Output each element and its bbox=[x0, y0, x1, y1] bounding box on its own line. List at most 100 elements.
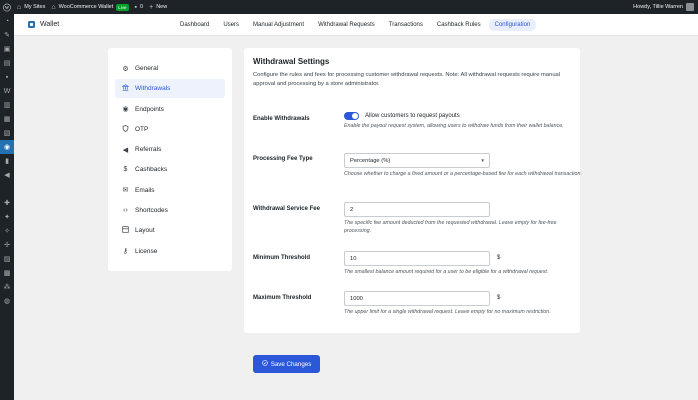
save-changes-button[interactable]: Save Changes bbox=[253, 355, 320, 373]
page-title: Withdrawal Settings bbox=[253, 57, 330, 66]
tab-users[interactable]: Users bbox=[217, 19, 245, 31]
site-name-link[interactable]: ⌂ WooCommerce Wallet Live bbox=[48, 0, 131, 14]
my-sites-icon: ⌂ bbox=[17, 3, 22, 11]
key-icon: ⚷ bbox=[122, 248, 129, 256]
megaphone-icon: ◀ bbox=[122, 146, 129, 154]
sidebar-item-label: Cashbacks bbox=[135, 166, 168, 174]
sidebar-item-cashbacks[interactable]: $ Cashbacks bbox=[115, 160, 225, 179]
dashboard-icon[interactable]: ◔ bbox=[0, 14, 14, 28]
plus-icon: + bbox=[149, 3, 154, 11]
sidebar-item-referrals[interactable]: ◀ Referrals bbox=[115, 140, 225, 159]
appearance-icon[interactable]: ▧ bbox=[0, 126, 14, 140]
minimum-threshold-field: $ The smallest balance amount required f… bbox=[344, 251, 584, 277]
payments-icon[interactable]: ▦ bbox=[0, 112, 14, 126]
tab-manual-adjustment[interactable]: Manual Adjustment bbox=[247, 19, 310, 31]
tab-transactions[interactable]: Transactions bbox=[383, 19, 429, 31]
pin-icon[interactable]: ✎ bbox=[0, 28, 14, 42]
maximum-threshold-label: Maximum Threshold bbox=[253, 295, 312, 301]
users-icon[interactable]: ✦ bbox=[0, 210, 14, 224]
settings-sidebar: ⚙ General Withdrawals ◉ Endpoints OTP ◀ … bbox=[108, 48, 232, 271]
enable-withdrawals-toggle-label: Allow customers to request payouts bbox=[365, 113, 460, 119]
comments-icon[interactable]: ▪ bbox=[0, 70, 14, 84]
plugin-title: Wallet bbox=[40, 21, 60, 28]
maximum-threshold-field: $ The upper limit for a single withdrawa… bbox=[344, 291, 584, 317]
minimum-threshold-unit: $ bbox=[497, 255, 501, 261]
sidebar-item-endpoints[interactable]: ◉ Endpoints bbox=[115, 100, 225, 119]
sidebar-item-general[interactable]: ⚙ General bbox=[115, 59, 225, 78]
comments-count: 0 bbox=[140, 4, 144, 10]
wallet-logo-icon bbox=[28, 21, 35, 28]
block-icon[interactable]: ▨ bbox=[0, 252, 14, 266]
account-menu[interactable]: Howdy, Tillie Warren bbox=[633, 0, 694, 14]
settings-icon[interactable]: ✢ bbox=[0, 238, 14, 252]
sidebar-item-layout[interactable]: Layout bbox=[115, 221, 225, 240]
wordpress-logo-icon[interactable]: W bbox=[0, 0, 14, 14]
withdrawal-service-fee-input[interactable] bbox=[344, 202, 490, 217]
home-icon: ⌂ bbox=[51, 3, 56, 11]
withdrawal-service-fee-field: The specific fee amount deducted from th… bbox=[344, 202, 584, 236]
new-label: New bbox=[156, 4, 168, 10]
admin-bar: W ⌂ My Sites ⌂ WooCommerce Wallet Live ▪… bbox=[0, 0, 698, 14]
comments-link[interactable]: ▪ 0 bbox=[132, 0, 147, 14]
sidebar-item-label: Endpoints bbox=[135, 105, 164, 113]
processing-fee-type-select[interactable]: Percentage (%) ▼ bbox=[344, 153, 490, 168]
site-name-label: WooCommerce Wallet bbox=[58, 4, 114, 10]
collapse-icon[interactable]: ◍ bbox=[0, 294, 14, 308]
sidebar-item-withdrawals[interactable]: Withdrawals bbox=[115, 79, 225, 99]
tab-cashback-rules[interactable]: Cashback Rules bbox=[431, 19, 487, 31]
tab-withdrawal-requests[interactable]: Withdrawal Requests bbox=[312, 19, 381, 31]
tab-configuration[interactable]: Configuration bbox=[488, 19, 537, 31]
products-icon[interactable]: ▥ bbox=[0, 98, 14, 112]
processing-fee-type-field: Percentage (%) ▼ Choose whether to charg… bbox=[344, 153, 584, 179]
tools-icon[interactable]: ✧ bbox=[0, 224, 14, 238]
plugins-icon[interactable]: ✚ bbox=[0, 196, 14, 210]
media-icon[interactable]: ▣ bbox=[0, 42, 14, 56]
processing-fee-type-value: Percentage (%) bbox=[350, 157, 391, 164]
enable-withdrawals-label: Enable Withdrawals bbox=[253, 116, 310, 122]
withdrawal-service-fee-help: The specific fee amount deducted from th… bbox=[344, 220, 557, 234]
minimum-threshold-input[interactable] bbox=[344, 251, 490, 266]
new-content-link[interactable]: + New bbox=[146, 0, 170, 14]
analytics-icon[interactable]: ▮ bbox=[0, 154, 14, 168]
pin-icon: ◉ bbox=[122, 106, 129, 114]
plugin-header: Wallet Dashboard Users Manual Adjustment… bbox=[14, 14, 698, 36]
maximum-threshold-input[interactable] bbox=[344, 291, 490, 306]
chevron-down-icon: ▼ bbox=[480, 158, 485, 163]
tab-dashboard[interactable]: Dashboard bbox=[174, 19, 215, 31]
sidebar-item-emails[interactable]: ✉ Emails bbox=[115, 181, 225, 200]
code-icon: ‹› bbox=[123, 207, 128, 215]
wallet-icon[interactable]: ◉ bbox=[0, 140, 14, 154]
sidebar-item-label: License bbox=[135, 247, 158, 255]
marketing-icon[interactable]: ◀ bbox=[0, 168, 14, 182]
sidebar-item-license[interactable]: ⚷ License bbox=[115, 242, 225, 261]
pages-icon[interactable]: ▤ bbox=[0, 56, 14, 70]
sidebar-item-label: Shortcodes bbox=[135, 207, 168, 215]
save-changes-label: Save Changes bbox=[270, 360, 312, 368]
enable-withdrawals-toggle[interactable] bbox=[344, 112, 359, 120]
minimum-threshold-label: Minimum Threshold bbox=[253, 255, 310, 261]
shield-icon bbox=[121, 125, 130, 134]
avatar bbox=[686, 3, 694, 11]
enable-withdrawals-field: Allow customers to request payouts Enabl… bbox=[344, 112, 584, 131]
settings-description: Configure the rules and fees for process… bbox=[253, 72, 561, 87]
sidebar-item-label: Emails bbox=[135, 186, 155, 194]
sidebar-item-label: OTP bbox=[135, 125, 149, 133]
dollar-icon: $ bbox=[123, 166, 128, 174]
sidebar-item-shortcodes[interactable]: ‹› Shortcodes bbox=[115, 201, 225, 220]
sidebar-item-otp[interactable]: OTP bbox=[115, 120, 225, 139]
maximum-threshold-help: The upper limit for a single withdrawal … bbox=[344, 309, 551, 315]
sidebar-item-label: General bbox=[135, 65, 159, 72]
list-icon[interactable]: ▩ bbox=[0, 266, 14, 280]
check-circle-icon bbox=[261, 360, 268, 368]
gear-icon: ⚙ bbox=[122, 65, 129, 73]
sidebar-item-label: Referrals bbox=[135, 146, 162, 154]
layout-icon bbox=[121, 226, 130, 235]
maximum-threshold-unit: $ bbox=[497, 295, 501, 301]
withdrawal-settings-panel: Withdrawal Settings Configure the rules … bbox=[244, 48, 582, 333]
woocommerce-icon[interactable]: W bbox=[0, 84, 14, 98]
my-sites-link[interactable]: ⌂ My Sites bbox=[14, 0, 48, 14]
sidebar-item-label: Layout bbox=[135, 227, 155, 235]
blank-icon bbox=[0, 182, 14, 196]
network-icon[interactable]: ⁂ bbox=[0, 280, 14, 294]
live-badge: Live bbox=[116, 3, 129, 11]
